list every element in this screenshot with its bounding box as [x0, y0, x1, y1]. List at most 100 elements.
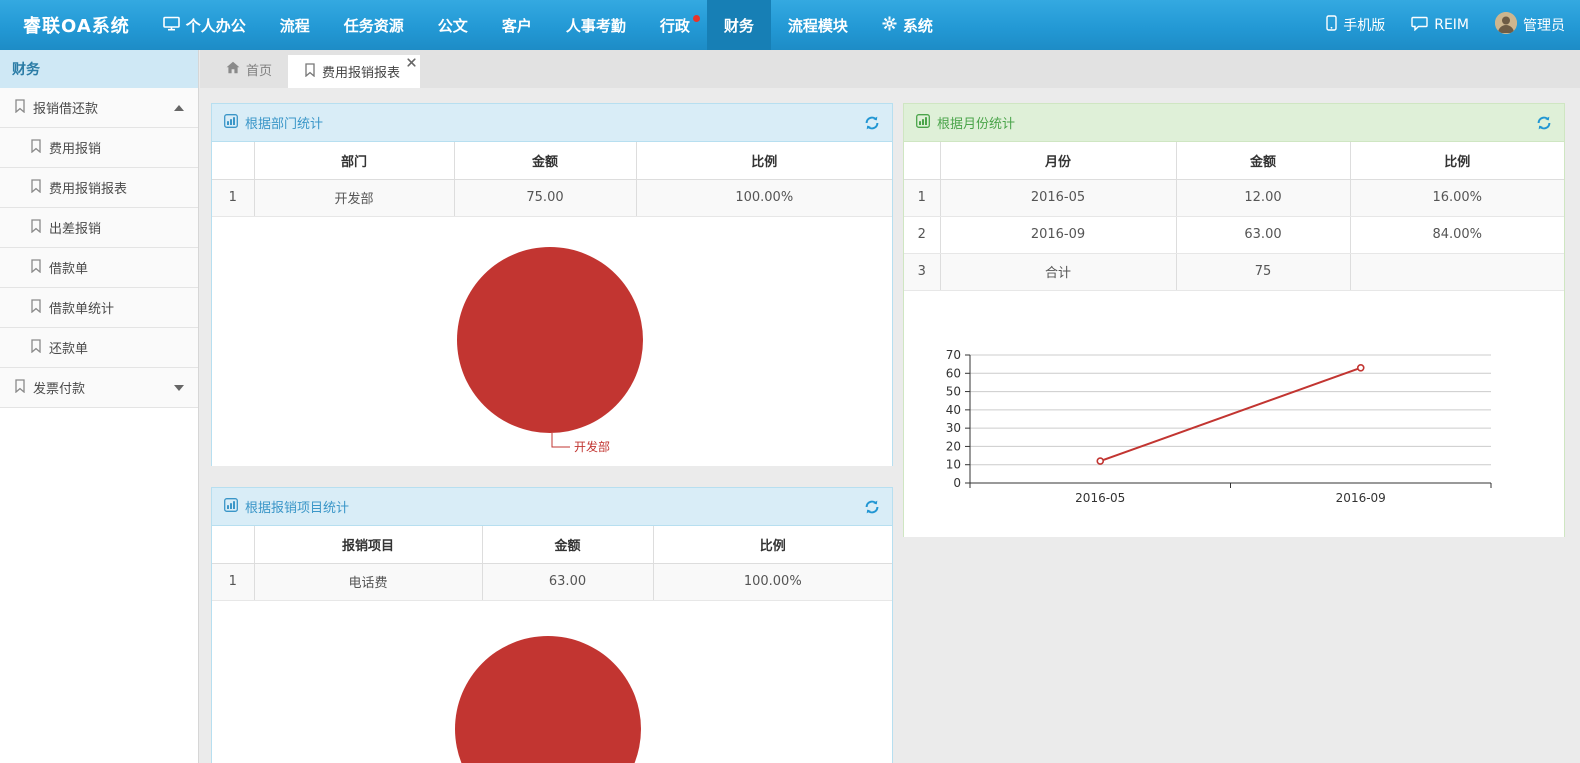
refresh-icon[interactable]	[1536, 115, 1552, 131]
panel-header: 根据月份统计	[904, 104, 1564, 142]
nav-item-7[interactable]: 行政	[643, 0, 707, 50]
panel-title: 根据报销项目统计	[245, 497, 349, 516]
nav-item-6[interactable]: 人事考勤	[549, 0, 643, 50]
nav-item-8[interactable]: 财务	[707, 0, 771, 50]
month-table: 月份金额比例12016-0512.0016.00%22016-0963.0084…	[904, 142, 1564, 291]
table-row: 22016-0963.0084.00%	[904, 216, 1564, 253]
bar-chart-icon	[224, 498, 238, 516]
column-header: 金额	[454, 142, 636, 179]
refresh-icon[interactable]	[864, 115, 880, 131]
bookmark-icon	[30, 219, 42, 237]
line-chart: 0102030405060702016-052016-09	[904, 291, 1564, 537]
bookmark-icon	[30, 339, 42, 357]
nav-item-5[interactable]: 客户	[485, 0, 549, 50]
gear-icon	[882, 16, 897, 35]
tab-1[interactable]: 首页	[210, 50, 288, 88]
nav-item-label: 任务资源	[344, 15, 404, 36]
top-navbar: 睿联OA系统 个人办公流程任务资源 公文客户人事考勤 行政财务流程模块系统 手机版 R…	[0, 0, 1580, 50]
panel-expense-item-stats: 根据报销项目统计 报销项目金额比例1电话费63.00100.00% 电话费	[211, 487, 893, 763]
nav-item-10[interactable]: 系统	[865, 0, 950, 50]
column-header	[212, 142, 254, 179]
nav-item-label: 公文	[438, 15, 468, 36]
sidebar-group-2[interactable]: 发票付款	[0, 368, 198, 408]
sidebar-item-借款单统计[interactable]: 借款单统计	[0, 288, 198, 328]
sidebar-group-label: 报销借还款	[33, 98, 98, 117]
sidebar-item-借款单[interactable]: 借款单	[0, 248, 198, 288]
nav-item-label: 行政	[660, 15, 690, 36]
bookmark-icon	[14, 99, 26, 117]
sidebar: 财务 报销借还款费用报销费用报销报表出差报销借款单借款单统计还款单发票付款	[0, 50, 199, 763]
pie-chart: 开发部	[212, 217, 892, 466]
nav-item-label: 个人办公	[186, 15, 246, 36]
svg-text:60: 60	[946, 366, 961, 380]
nav-item-label: 人事考勤	[566, 15, 626, 36]
nav-right-label: 管理员	[1523, 15, 1565, 35]
table-cell	[1350, 253, 1564, 290]
table-cell: 合计	[940, 253, 1176, 290]
column-header: 比例	[653, 526, 892, 563]
table-header-row: 月份金额比例	[904, 142, 1564, 179]
tab-label: 费用报销报表	[322, 62, 400, 81]
table-cell: 12.00	[1176, 179, 1350, 216]
sidebar-item-费用报销报表[interactable]: 费用报销报表	[0, 168, 198, 208]
table-cell: 16.00%	[1350, 179, 1564, 216]
table-cell: 2016-05	[940, 179, 1176, 216]
phone-icon	[1326, 15, 1337, 35]
home-icon	[226, 61, 240, 78]
table-cell: 2	[904, 216, 940, 253]
bookmark-icon	[30, 299, 42, 317]
nav-right-label: 手机版	[1343, 15, 1385, 35]
svg-text:70: 70	[946, 348, 961, 362]
table-cell: 1	[212, 179, 254, 216]
nav-item-9[interactable]: 流程模块	[771, 0, 865, 50]
sidebar-item-label: 还款单	[49, 338, 88, 357]
table-cell: 63.00	[482, 563, 653, 600]
panel-title: 根据部门统计	[245, 113, 323, 132]
sidebar-item-出差报销[interactable]: 出差报销	[0, 208, 198, 248]
table-row: 1电话费63.00100.00%	[212, 563, 892, 600]
bookmark-icon	[30, 259, 42, 277]
panel-title: 根据月份统计	[937, 113, 1015, 132]
table-cell: 电话费	[254, 563, 482, 600]
bar-chart-icon	[224, 114, 238, 132]
svg-text:2016-05: 2016-05	[1075, 491, 1125, 505]
nav-item-4[interactable]: 公文	[421, 0, 485, 50]
svg-text:2016-09: 2016-09	[1336, 491, 1386, 505]
monitor-icon	[163, 16, 180, 35]
column-header: 金额	[482, 526, 653, 563]
main-content: 根据部门统计 部门金额比例1开发部75.00100.00% 开发部 根据月份统计…	[200, 88, 1580, 763]
column-header: 金额	[1176, 142, 1350, 179]
tab-2[interactable]: 费用报销报表	[288, 55, 420, 88]
nav-item-1[interactable]: 个人办公	[146, 0, 263, 50]
sidebar-title: 财务	[12, 59, 40, 79]
navbar-right-1[interactable]: 手机版	[1313, 0, 1398, 50]
table-row: 1开发部75.00100.00%	[212, 179, 892, 216]
table-cell: 100.00%	[636, 179, 892, 216]
navbar-right-3[interactable]: 管理员	[1482, 0, 1578, 50]
svg-text:30: 30	[946, 421, 961, 435]
table-cell: 84.00%	[1350, 216, 1564, 253]
svg-text:40: 40	[946, 402, 961, 416]
sidebar-item-还款单[interactable]: 还款单	[0, 328, 198, 368]
nav-item-3[interactable]: 任务资源	[327, 0, 421, 50]
brand[interactable]: 睿联OA系统	[0, 0, 146, 50]
column-header: 报销项目	[254, 526, 482, 563]
navbar-right: 手机版 REIM 管理员	[1313, 0, 1580, 50]
sidebar-item-费用报销[interactable]: 费用报销	[0, 128, 198, 168]
pie-chart: 电话费	[212, 601, 892, 763]
column-header: 部门	[254, 142, 454, 179]
tab-bar: 首页 费用报销报表	[200, 50, 1580, 88]
close-icon[interactable]	[407, 58, 416, 67]
nav-item-2[interactable]: 流程	[263, 0, 327, 50]
table-header-row: 部门金额比例	[212, 142, 892, 179]
caret-down-icon	[174, 385, 184, 391]
navbar-right-2[interactable]: REIM	[1398, 0, 1482, 50]
sidebar-group-1[interactable]: 报销借还款	[0, 88, 198, 128]
caret-up-icon	[174, 105, 184, 111]
bookmark-icon	[304, 63, 316, 81]
table-cell: 2016-09	[940, 216, 1176, 253]
svg-text:20: 20	[946, 439, 961, 453]
expense-item-pie-chart: 电话费	[212, 601, 892, 763]
refresh-icon[interactable]	[864, 499, 880, 515]
table-row: 3合计75	[904, 253, 1564, 290]
